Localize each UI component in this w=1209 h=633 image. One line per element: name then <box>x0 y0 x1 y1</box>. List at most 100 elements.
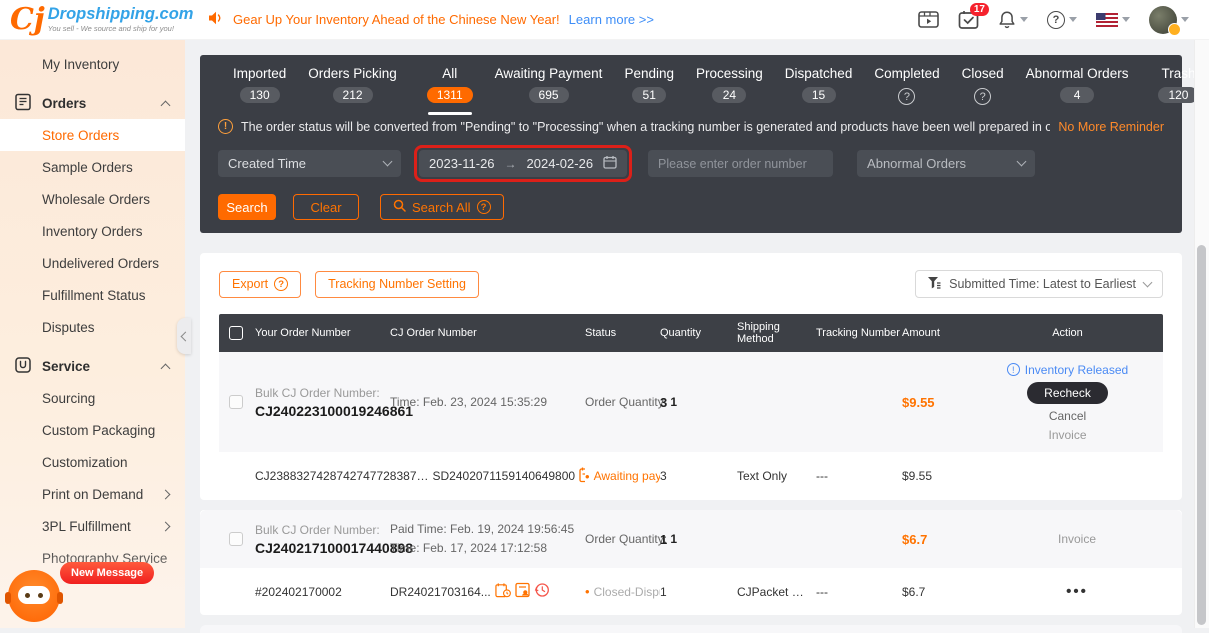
sidebar-item-sample-orders[interactable]: Sample Orders <box>0 151 185 183</box>
row-checkbox[interactable] <box>229 532 243 546</box>
coin-badge-icon <box>1168 22 1181 36</box>
no-more-reminder-link[interactable]: No More Reminder <box>1058 120 1164 134</box>
sort-select[interactable]: Submitted Time: Latest to Earliest <box>915 270 1163 298</box>
sidebar-item-store-orders[interactable]: Store Orders <box>0 119 185 151</box>
chat-widget[interactable]: New Message <box>5 560 158 622</box>
search-icon <box>393 199 406 215</box>
chevron-down-icon <box>382 156 393 167</box>
chevron-down-icon <box>1142 277 1153 287</box>
question-icon: ? <box>898 88 916 105</box>
account-menu[interactable] <box>1149 5 1189 36</box>
sidebar-item-my-inventory[interactable]: My Inventory <box>0 48 185 80</box>
col-your-order-number: Your Order Number <box>255 327 351 339</box>
sidebar-item-label: Custom Packaging <box>42 422 156 438</box>
language-selector[interactable] <box>1096 12 1130 27</box>
invoice-link[interactable]: Invoice <box>972 532 1182 546</box>
top-bar: Cj Dropshipping.com You sell - We source… <box>0 0 1209 40</box>
tab-orders-picking[interactable]: Orders Picking 212 <box>297 64 408 115</box>
cj-order-number: DR24021703164... <box>390 584 491 599</box>
tab-count: 51 <box>632 87 667 103</box>
sidebar-collapse-handle[interactable] <box>177 318 191 354</box>
tasks-icon[interactable]: 17 <box>958 3 989 29</box>
message-count-badge: 17 <box>969 3 989 16</box>
chevron-down-icon <box>1122 17 1130 22</box>
more-actions-button[interactable]: ••• <box>972 583 1182 600</box>
table-toolbar: Export ? Tracking Number Setting Submitt… <box>219 270 1163 298</box>
date-range-picker[interactable]: 2023-11-26 → 2024-02-26 <box>419 150 628 177</box>
search-all-label: Search All <box>412 199 471 215</box>
item-quantity: 3 <box>660 469 667 483</box>
col-action: Action <box>1052 327 1083 339</box>
sidebar: My Inventory Orders Store Orders Sample … <box>0 40 191 628</box>
order-note-icon[interactable] <box>495 582 511 601</box>
select-all-checkbox[interactable] <box>229 326 243 340</box>
sidebar-item-customization[interactable]: Customization <box>0 446 185 478</box>
export-button[interactable]: Export ? <box>219 270 302 298</box>
logo-cj-glyph: Cj <box>10 2 45 37</box>
video-tutorial-icon[interactable] <box>918 11 939 28</box>
notifications-bell-icon[interactable] <box>998 10 1028 29</box>
tab-imported[interactable]: Imported 130 <box>222 64 297 115</box>
order-number-input[interactable] <box>648 150 834 177</box>
announcement-learn-more-link[interactable]: Learn more >> <box>569 12 654 27</box>
time-type-select[interactable]: Created Time <box>218 150 401 177</box>
tracking-number-setting-button[interactable]: Tracking Number Setting <box>315 270 479 298</box>
sidebar-item-disputes[interactable]: Disputes <box>0 311 185 343</box>
sidebar-item-orders[interactable]: Orders <box>0 87 185 119</box>
sidebar-item-label: Print on Demand <box>42 486 144 502</box>
chevron-down-icon <box>1020 17 1028 22</box>
sidebar-item-service[interactable]: Service <box>0 350 185 382</box>
item-quantity: 1 <box>660 584 667 599</box>
tab-dispatched[interactable]: Dispatched 15 <box>774 64 864 115</box>
tab-all[interactable]: All 1311 <box>416 64 484 115</box>
sidebar-item-fulfillment-status[interactable]: Fulfillment Status <box>0 279 185 311</box>
sidebar-item-custom-packaging[interactable]: Custom Packaging <box>0 414 185 446</box>
group-actions: ! Inventory Released Recheck Cancel Invo… <box>972 363 1163 442</box>
sidebar-item-3pl-fulfillment[interactable]: 3PL Fulfillment <box>0 510 185 542</box>
tab-completed[interactable]: Completed ? <box>863 64 950 116</box>
speaker-icon <box>208 11 224 28</box>
inventory-released-link[interactable]: ! Inventory Released <box>1006 363 1128 377</box>
paid-time: Paid Time: Feb. 19, 2024 19:56:45 <box>390 522 575 537</box>
abnormal-orders-value: Abnormal Orders <box>867 156 967 171</box>
new-message-badge[interactable]: New Message <box>60 562 155 584</box>
logo[interactable]: Cj Dropshipping.com You sell - We source… <box>0 2 193 37</box>
sidebar-item-undelivered-orders[interactable]: Undelivered Orders <box>0 247 185 279</box>
history-clock-icon[interactable] <box>534 582 550 601</box>
next-order-group-peek <box>200 625 1182 633</box>
tab-count: 24 <box>712 87 747 103</box>
orders-card: Bulk CJ Order Number: CJ2402171000174408… <box>200 510 1182 615</box>
search-all-button[interactable]: Search All ? <box>380 194 504 220</box>
sidebar-item-inventory-orders[interactable]: Inventory Orders <box>0 215 185 247</box>
tab-count: 212 <box>332 87 373 103</box>
help-icon[interactable]: ? <box>1047 10 1077 29</box>
tab-abnormal-orders[interactable]: Abnormal Orders 4 <box>1015 64 1140 115</box>
tab-closed[interactable]: Closed ? <box>951 64 1015 116</box>
tab-awaiting-payment[interactable]: Awaiting Payment 695 <box>484 64 614 115</box>
tab-pending[interactable]: Pending 51 <box>613 64 685 115</box>
row-checkbox[interactable] <box>229 395 243 409</box>
announcement-banner: Gear Up Your Inventory Ahead of the Chin… <box>208 11 654 28</box>
main-content: Imported 130 Orders Picking 212 All 1311… <box>185 40 1209 633</box>
tracking-number: --- <box>816 469 828 483</box>
sidebar-item-print-on-demand[interactable]: Print on Demand <box>0 478 185 510</box>
bulk-order-label: Bulk CJ Order Number: <box>255 385 380 400</box>
status-dot: • <box>585 584 590 599</box>
sidebar-item-wholesale-orders[interactable]: Wholesale Orders <box>0 183 185 215</box>
sidebar-item-label: Service <box>42 358 91 374</box>
recheck-button[interactable]: Recheck <box>1027 381 1108 404</box>
dispute-doc-icon[interactable] <box>515 582 530 601</box>
search-button[interactable]: Search <box>218 194 276 220</box>
sidebar-item-label: Orders <box>42 95 87 111</box>
question-icon: ? <box>274 277 289 291</box>
order-item-row: CJ2388327428742747728387… SD240207115914… <box>219 452 1163 500</box>
sidebar-item-sourcing[interactable]: Sourcing <box>0 382 185 414</box>
clear-button[interactable]: Clear <box>293 194 359 220</box>
scrollbar-thumb[interactable] <box>1197 245 1206 625</box>
abnormal-orders-select[interactable]: Abnormal Orders <box>857 150 1036 177</box>
tab-processing[interactable]: Processing 24 <box>685 64 774 115</box>
invoice-link[interactable]: Invoice <box>1048 428 1086 442</box>
cancel-link[interactable]: Cancel <box>1049 409 1086 423</box>
tab-count: 4 <box>1060 87 1095 103</box>
avatar <box>1149 5 1181 36</box>
